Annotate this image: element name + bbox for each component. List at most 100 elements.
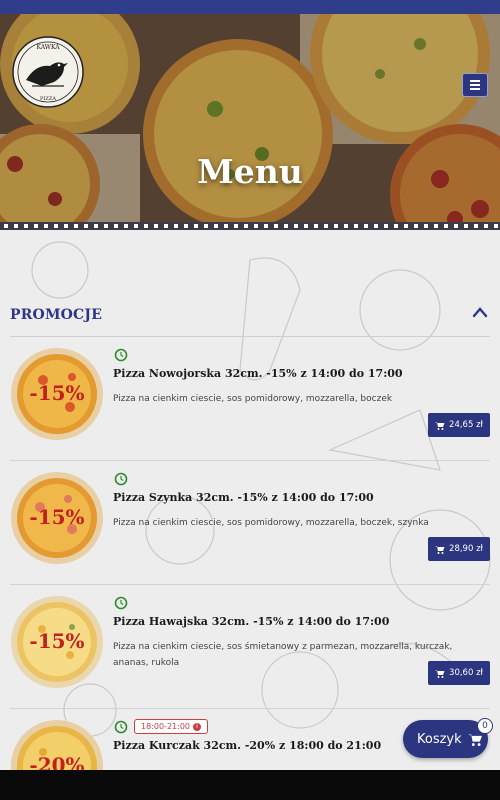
divider-dot: [284, 224, 288, 228]
divider-dot: [104, 224, 108, 228]
divider-dot: [394, 224, 398, 228]
cart-icon: [467, 733, 482, 746]
cart-button[interactable]: Koszyk 0: [403, 718, 493, 758]
item-price: 24,65 zł: [449, 420, 483, 430]
divider-dot: [224, 224, 228, 228]
pizza-image: -15%: [11, 472, 103, 564]
hamburger-menu-button[interactable]: [462, 73, 488, 97]
divider-dot: [324, 224, 328, 228]
pizza-image: -15%: [11, 596, 103, 688]
item-description: Pizza na cienkim ciescie, sos pomidorowy…: [113, 518, 429, 528]
divider-dot: [64, 224, 68, 228]
item-name[interactable]: Pizza Hawajska 32cm. -15% z 14:00 do 17:…: [113, 615, 483, 628]
divider-dot: [424, 224, 428, 228]
divider-dot: [464, 224, 468, 228]
pizza-image: -20%: [11, 720, 103, 770]
divider-dot: [134, 224, 138, 228]
clock-icon: [114, 472, 128, 486]
divider-dot: [364, 224, 368, 228]
divider-dot: [14, 224, 18, 228]
chevron-up-icon[interactable]: [472, 305, 488, 319]
divider-dot: [24, 224, 28, 228]
item-name[interactable]: Pizza Szynka 32cm. -15% z 14:00 do 17:00: [113, 491, 483, 504]
top-bar: [0, 0, 500, 14]
divider-dot: [454, 224, 458, 228]
divider-dot: [44, 224, 48, 228]
divider-dot: [184, 224, 188, 228]
hamburger-icon: [470, 80, 480, 82]
divider-dot: [154, 224, 158, 228]
time-restriction-badge: 18:00-21:00 i: [134, 719, 208, 734]
divider-dot: [264, 224, 268, 228]
divider-dot: [304, 224, 308, 228]
divider-dot: [114, 224, 118, 228]
divider-dot: [124, 224, 128, 228]
divider-dot: [274, 224, 278, 228]
divider-dot: [214, 224, 218, 228]
item-name[interactable]: Pizza Nowojorska 32cm. -15% z 14:00 do 1…: [113, 367, 483, 380]
menu-item[interactable]: -15% Pizza Szynka 32cm. -15% z 14:00 do …: [10, 461, 490, 585]
logo-bottom-text: PIZZA: [40, 96, 56, 102]
divider-dot: [484, 224, 488, 228]
section-title: PROMOCJE: [10, 307, 103, 323]
divider-dot: [164, 224, 168, 228]
add-to-cart-button[interactable]: 28,90 zł: [428, 537, 490, 561]
divider-dot: [34, 224, 38, 228]
logo-top-text: KAWKA: [36, 44, 60, 51]
item-price: 28,90 zł: [449, 544, 483, 554]
divider-dot: [434, 224, 438, 228]
kawka-pizza-logo[interactable]: KAWKA PIZZA: [12, 36, 84, 108]
divider-dot: [54, 224, 58, 228]
divider-dot: [4, 224, 8, 228]
divider-dot: [404, 224, 408, 228]
divider-dot: [314, 224, 318, 228]
discount-label: -15%: [29, 381, 84, 405]
hero-divider-dots: [0, 222, 500, 230]
divider-dot: [414, 224, 418, 228]
clock-icon: [114, 596, 128, 610]
time-badge-text: 18:00-21:00: [141, 722, 190, 731]
info-icon: i: [193, 722, 201, 731]
divider-dot: [84, 224, 88, 228]
clock-icon: [114, 720, 128, 734]
pizza-image: -15%: [11, 348, 103, 440]
discount-label: -20%: [29, 753, 84, 770]
cart-count-badge: 0: [477, 718, 493, 734]
divider-dot: [334, 224, 338, 228]
divider-dot: [234, 224, 238, 228]
discount-label: -15%: [29, 505, 84, 529]
divider-dot: [444, 224, 448, 228]
cart-label: Koszyk: [417, 731, 462, 747]
divider-dot: [174, 224, 178, 228]
divider-dot: [204, 224, 208, 228]
divider-dot: [254, 224, 258, 228]
item-price: 30,60 zł: [449, 668, 483, 678]
divider-dot: [494, 224, 498, 228]
cart-icon: [435, 421, 445, 430]
add-to-cart-button[interactable]: 30,60 zł: [428, 661, 490, 685]
divider-dot: [474, 224, 478, 228]
divider-dot: [244, 224, 248, 228]
item-description: Pizza na cienkim ciescie, sos pomidorowy…: [113, 394, 393, 404]
divider-dot: [374, 224, 378, 228]
divider-dot: [194, 224, 198, 228]
divider-dot: [74, 224, 78, 228]
page-title: Menu: [197, 152, 303, 191]
menu-item[interactable]: -15% Pizza Nowojorska 32cm. -15% z 14:00…: [10, 337, 490, 461]
menu-content: PROMOCJE -15% Pizza Nowojorska 32cm. -15…: [0, 230, 500, 770]
divider-dot: [384, 224, 388, 228]
discount-label: -15%: [29, 629, 84, 653]
bottom-bar: [0, 770, 500, 800]
divider-dot: [344, 224, 348, 228]
add-to-cart-button[interactable]: 24,65 zł: [428, 413, 490, 437]
clock-icon: [114, 348, 128, 362]
divider-dot: [354, 224, 358, 228]
divider-dot: [294, 224, 298, 228]
menu-item[interactable]: -15% Pizza Hawajska 32cm. -15% z 14:00 d…: [10, 585, 490, 709]
cart-icon: [435, 669, 445, 678]
hero-banner: KAWKA PIZZA Menu: [0, 14, 500, 230]
divider-dot: [144, 224, 148, 228]
divider-dot: [94, 224, 98, 228]
cart-icon: [435, 545, 445, 554]
section-promocje-header[interactable]: PROMOCJE: [10, 305, 490, 337]
